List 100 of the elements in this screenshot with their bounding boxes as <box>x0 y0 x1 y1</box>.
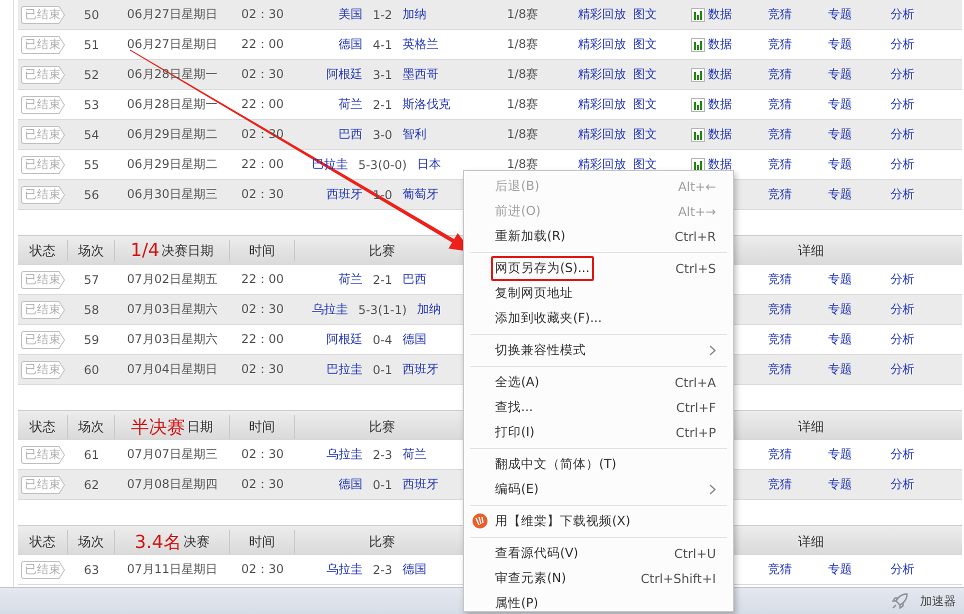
menu-item[interactable]: 属性(P) <box>464 591 733 614</box>
topic-link[interactable]: 专题 <box>828 301 852 318</box>
stats-link[interactable]: 数据 <box>708 156 732 173</box>
topic-link[interactable]: 专题 <box>828 476 852 493</box>
quiz-link[interactable]: 竞猜 <box>768 66 792 83</box>
quiz-link[interactable]: 竞猜 <box>768 301 792 318</box>
team-link[interactable]: 乌拉圭 <box>326 447 363 461</box>
quiz-link[interactable]: 竞猜 <box>768 96 792 113</box>
topic-link[interactable]: 专题 <box>828 361 852 378</box>
quiz-link[interactable]: 竞猜 <box>768 476 792 493</box>
team-link[interactable]: 巴拉圭 <box>326 362 363 376</box>
topic-link[interactable]: 专题 <box>828 156 852 173</box>
report-link[interactable]: 图文 <box>633 66 657 83</box>
replay-link[interactable]: 精彩回放 <box>578 36 626 53</box>
team-link[interactable]: 西班牙 <box>402 477 438 491</box>
report-link[interactable]: 图文 <box>633 156 657 173</box>
stats-link[interactable]: 数据 <box>708 66 732 83</box>
replay-link[interactable]: 精彩回放 <box>578 6 626 23</box>
topic-link[interactable]: 专题 <box>828 186 852 203</box>
replay-link[interactable]: 精彩回放 <box>578 66 626 83</box>
analysis-link[interactable]: 分析 <box>890 271 914 288</box>
menu-item[interactable]: 全选(A) Ctrl+A <box>464 370 733 395</box>
menu-item[interactable]: 复制网页地址 <box>464 281 733 306</box>
team-link[interactable]: 西班牙 <box>402 362 438 376</box>
analysis-link[interactable]: 分析 <box>890 446 914 463</box>
topic-link[interactable]: 专题 <box>828 446 852 463</box>
report-link[interactable]: 图文 <box>633 36 657 53</box>
team-link[interactable]: 日本 <box>416 157 441 171</box>
quiz-link[interactable]: 竞猜 <box>768 186 792 203</box>
analysis-link[interactable]: 分析 <box>890 186 914 203</box>
replay-link[interactable]: 精彩回放 <box>578 96 626 113</box>
team-link[interactable]: 荷兰 <box>338 272 363 286</box>
menu-item[interactable]: 翻成中文（简体）(T) <box>464 452 733 477</box>
team-link[interactable]: 加纳 <box>416 302 441 316</box>
report-link[interactable]: 图文 <box>633 126 657 143</box>
team-link[interactable]: 英格兰 <box>402 37 438 51</box>
analysis-link[interactable]: 分析 <box>890 6 914 23</box>
menu-item[interactable]: 打印(I) Ctrl+P <box>464 420 733 445</box>
team-link[interactable]: 斯洛伐克 <box>402 97 450 111</box>
team-link[interactable]: 德国 <box>338 37 363 51</box>
analysis-link[interactable]: 分析 <box>890 36 914 53</box>
team-link[interactable]: 葡萄牙 <box>402 187 438 201</box>
topic-link[interactable]: 专题 <box>828 331 852 348</box>
report-link[interactable]: 图文 <box>633 6 657 23</box>
topic-link[interactable]: 专题 <box>828 96 852 113</box>
quiz-link[interactable]: 竞猜 <box>768 361 792 378</box>
replay-link[interactable]: 精彩回放 <box>578 126 626 143</box>
topic-link[interactable]: 专题 <box>828 561 852 578</box>
team-link[interactable]: 阿根廷 <box>326 67 363 81</box>
rocket-icon[interactable] <box>890 591 910 611</box>
stats-link[interactable]: 数据 <box>708 6 732 23</box>
team-link[interactable]: 荷兰 <box>338 97 363 111</box>
team-link[interactable]: 加纳 <box>402 7 426 21</box>
team-link[interactable]: 乌拉圭 <box>312 302 348 316</box>
analysis-link[interactable]: 分析 <box>890 476 914 493</box>
team-link[interactable]: 墨西哥 <box>402 67 438 81</box>
analysis-link[interactable]: 分析 <box>890 66 914 83</box>
team-link[interactable]: 荷兰 <box>402 447 426 461</box>
team-link[interactable]: 智利 <box>402 127 426 141</box>
quiz-link[interactable]: 竞猜 <box>768 6 792 23</box>
menu-item[interactable]: 用【维棠】下载视频(X) <box>464 509 733 534</box>
team-link[interactable]: 西班牙 <box>326 187 363 201</box>
analysis-link[interactable]: 分析 <box>890 126 914 143</box>
team-link[interactable]: 巴西 <box>338 127 363 141</box>
topic-link[interactable]: 专题 <box>828 66 852 83</box>
accelerator-label[interactable]: 加速器 <box>920 592 956 610</box>
analysis-link[interactable]: 分析 <box>890 331 914 348</box>
quiz-link[interactable]: 竞猜 <box>768 331 792 348</box>
team-link[interactable]: 美国 <box>338 7 363 21</box>
team-link[interactable]: 德国 <box>402 562 426 576</box>
quiz-link[interactable]: 竞猜 <box>768 126 792 143</box>
team-link[interactable]: 乌拉圭 <box>326 562 363 576</box>
menu-item[interactable]: 查找... Ctrl+F <box>464 395 733 420</box>
quiz-link[interactable]: 竞猜 <box>768 156 792 173</box>
analysis-link[interactable]: 分析 <box>890 361 914 378</box>
menu-item[interactable]: 添加到收藏夹(F)... <box>464 306 733 331</box>
menu-item[interactable]: 网页另存为(S)... Ctrl+S <box>464 256 733 281</box>
stats-link[interactable]: 数据 <box>708 126 732 143</box>
menu-item[interactable]: 审查元素(N) Ctrl+Shift+I <box>464 566 733 591</box>
report-link[interactable]: 图文 <box>633 96 657 113</box>
team-link[interactable]: 德国 <box>402 332 426 346</box>
topic-link[interactable]: 专题 <box>828 6 852 23</box>
team-link[interactable]: 德国 <box>338 477 363 491</box>
quiz-link[interactable]: 竞猜 <box>768 561 792 578</box>
team-link[interactable]: 巴西 <box>402 272 426 286</box>
analysis-link[interactable]: 分析 <box>890 96 914 113</box>
analysis-link[interactable]: 分析 <box>890 301 914 318</box>
topic-link[interactable]: 专题 <box>828 36 852 53</box>
analysis-link[interactable]: 分析 <box>890 156 914 173</box>
quiz-link[interactable]: 竞猜 <box>768 271 792 288</box>
menu-item[interactable]: 重新加载(R) Ctrl+R <box>464 224 733 249</box>
quiz-link[interactable]: 竞猜 <box>768 446 792 463</box>
stats-link[interactable]: 数据 <box>708 96 732 113</box>
menu-item[interactable]: 编码(E) <box>464 477 733 502</box>
replay-link[interactable]: 精彩回放 <box>578 156 626 173</box>
menu-item[interactable]: 查看源代码(V) Ctrl+U <box>464 541 733 566</box>
topic-link[interactable]: 专题 <box>828 271 852 288</box>
stats-link[interactable]: 数据 <box>708 36 732 53</box>
menu-item[interactable]: 切换兼容性模式 <box>464 338 733 363</box>
team-link[interactable]: 阿根廷 <box>326 332 363 346</box>
